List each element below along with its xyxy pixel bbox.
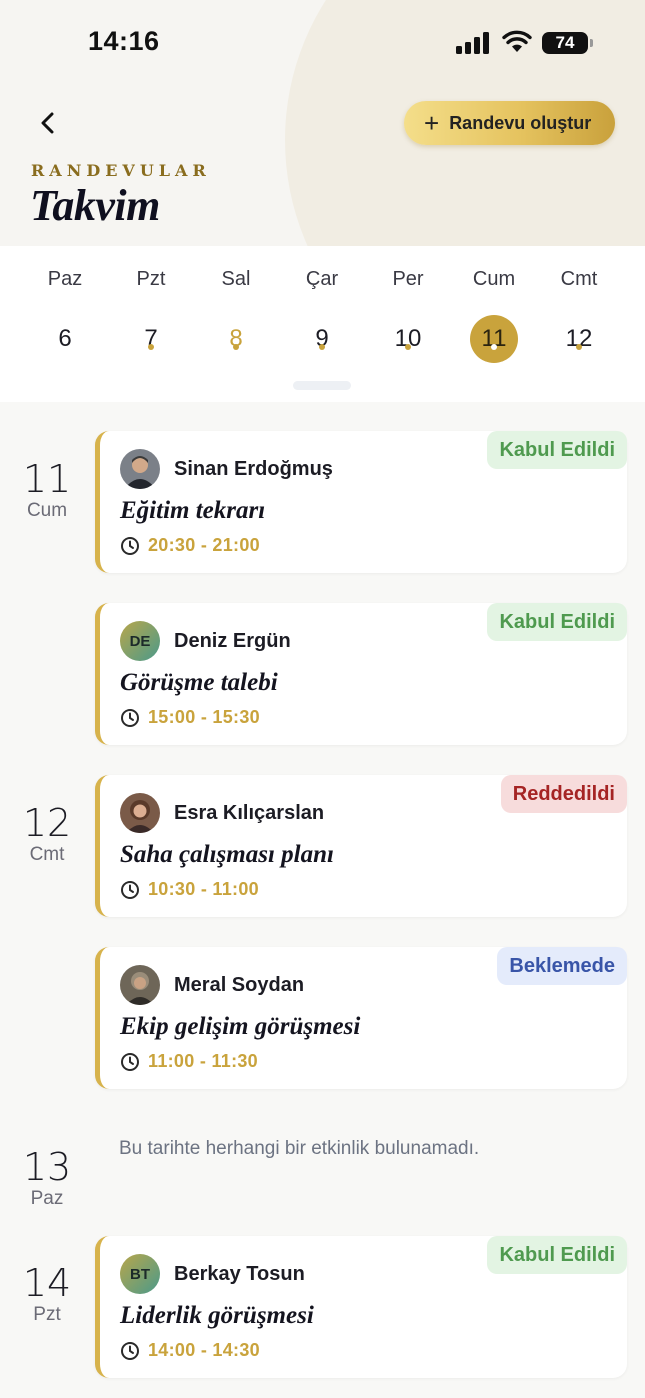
- appointment-title: Saha çalışması planı: [120, 841, 334, 868]
- appointment-title: Eğitim tekrarı: [120, 497, 266, 524]
- day-name: Paz: [47, 268, 83, 290]
- wifi-icon: [502, 30, 532, 52]
- date-number: 14: [22, 1261, 72, 1305]
- person-name: Deniz Ergün: [174, 630, 291, 652]
- status-badge: Kabul Edildi: [487, 1236, 627, 1274]
- day-number: 12: [565, 325, 593, 352]
- event-dot: [148, 344, 154, 350]
- status-time: 14:16: [88, 26, 160, 56]
- status-badge: Kabul Edildi: [487, 431, 627, 469]
- clock-icon: [121, 880, 139, 899]
- create-appointment-button[interactable]: + Randevu oluştur: [404, 101, 615, 145]
- day-name: Cmt: [560, 268, 598, 290]
- event-dot: [405, 344, 411, 350]
- time-range: 11:00 - 11:30: [148, 1051, 258, 1071]
- page-title: Takvim: [30, 181, 160, 230]
- avatar: [120, 965, 160, 1005]
- clock-icon: [121, 708, 139, 727]
- appointment-title: Liderlik görüşmesi: [120, 1302, 314, 1329]
- appointment-time: 15:00 - 15:30: [120, 707, 260, 728]
- day-number: 11: [470, 315, 518, 363]
- appointment-time: 10:30 - 11:00: [120, 879, 259, 900]
- battery-cap: [590, 39, 593, 47]
- drag-handle[interactable]: [293, 381, 351, 390]
- day-name: Çar: [305, 268, 339, 290]
- appointment-title: Ekip gelişim görüşmesi: [120, 1013, 361, 1040]
- plus-icon: +: [424, 108, 440, 138]
- date-day: Cmt: [29, 844, 65, 865]
- back-button[interactable]: [34, 108, 62, 138]
- time-range: 14:00 - 14:30: [148, 1340, 260, 1360]
- page-overline: RANDEVULAR: [31, 161, 211, 180]
- time-range: 15:00 - 15:30: [148, 707, 260, 727]
- header: 14:16 74 + Randevu oluştur RANDEVULAR Ta…: [0, 0, 645, 246]
- appointment-time: 20:30 - 21:00: [120, 535, 260, 556]
- avatar: [120, 449, 160, 489]
- day-name: Pzt: [136, 268, 166, 290]
- person-name: Esra Kılıçarslan: [174, 802, 325, 824]
- day-number: 9: [315, 325, 329, 352]
- appointment-card[interactable]: BT Berkay Tosun Liderlik görüşmesi 14:00…: [95, 1236, 627, 1378]
- event-dot: [491, 344, 497, 350]
- person-name: Meral Soydan: [174, 974, 305, 996]
- signal-icon: [456, 32, 489, 54]
- date-day: Pzt: [33, 1304, 61, 1325]
- event-dot: [576, 344, 582, 350]
- day-name: Sal: [221, 268, 251, 290]
- empty-day-message: Bu tarihte herhangi bir etkinlik bulunam…: [119, 1138, 480, 1159]
- appointment-time: 11:00 - 11:30: [120, 1051, 258, 1072]
- create-appointment-label: Randevu oluştur: [449, 112, 592, 133]
- clock-icon: [121, 536, 139, 555]
- date-day: Paz: [30, 1188, 64, 1209]
- date-number: 11: [22, 457, 72, 501]
- clock-icon: [121, 1052, 139, 1071]
- date-label: 13 Paz: [0, 1148, 94, 1210]
- avatar: [120, 793, 160, 833]
- time-range: 20:30 - 21:00: [148, 535, 260, 555]
- clock-icon: [121, 1341, 139, 1360]
- day-number: 8: [229, 325, 243, 352]
- date-label: 12 Cmt: [0, 804, 94, 866]
- appointment-card[interactable]: DE Deniz Ergün Görüşme talebi 15:00 - 15…: [95, 603, 627, 745]
- status-badge: Kabul Edildi: [487, 603, 627, 641]
- day-number: 6: [58, 325, 72, 352]
- date-number: 13: [22, 1145, 72, 1189]
- avatar: DE: [120, 621, 160, 661]
- appointment-card[interactable]: Sinan Erdoğmuş Eğitim tekrarı 20:30 - 21…: [95, 431, 627, 573]
- day-number: 7: [144, 325, 158, 352]
- event-dot: [233, 344, 239, 350]
- appointment-card[interactable]: Esra Kılıçarslan Saha çalışması planı 10…: [95, 775, 627, 917]
- date-number: 12: [22, 801, 72, 845]
- appointment-time: 14:00 - 14:30: [120, 1340, 260, 1361]
- date-label: 11 Cum: [0, 460, 94, 522]
- week-strip: Paz 6 Pzt 7 Sal 8 Çar 9 Per 10 Cum 11 Cm…: [0, 246, 645, 402]
- person-name: Sinan Erdoğmuş: [174, 458, 333, 480]
- time-range: 10:30 - 11:00: [148, 879, 259, 899]
- appointment-title: Görüşme talebi: [120, 669, 278, 696]
- day-number: 10: [394, 325, 422, 352]
- status-badge: Beklemede: [497, 947, 627, 985]
- avatar: BT: [120, 1254, 160, 1294]
- chevron-left-icon: [41, 112, 54, 134]
- battery-indicator: 74: [542, 32, 588, 54]
- date-day: Cum: [26, 500, 68, 521]
- person-name: Berkay Tosun: [174, 1263, 305, 1285]
- event-dot: [319, 344, 325, 350]
- appointment-card[interactable]: Meral Soydan Ekip gelişim görüşmesi 11:0…: [95, 947, 627, 1089]
- status-badge: Reddedildi: [500, 775, 627, 813]
- day-name: Cum: [472, 268, 516, 290]
- date-label: 14 Pzt: [0, 1264, 94, 1326]
- day-name: Per: [392, 268, 424, 290]
